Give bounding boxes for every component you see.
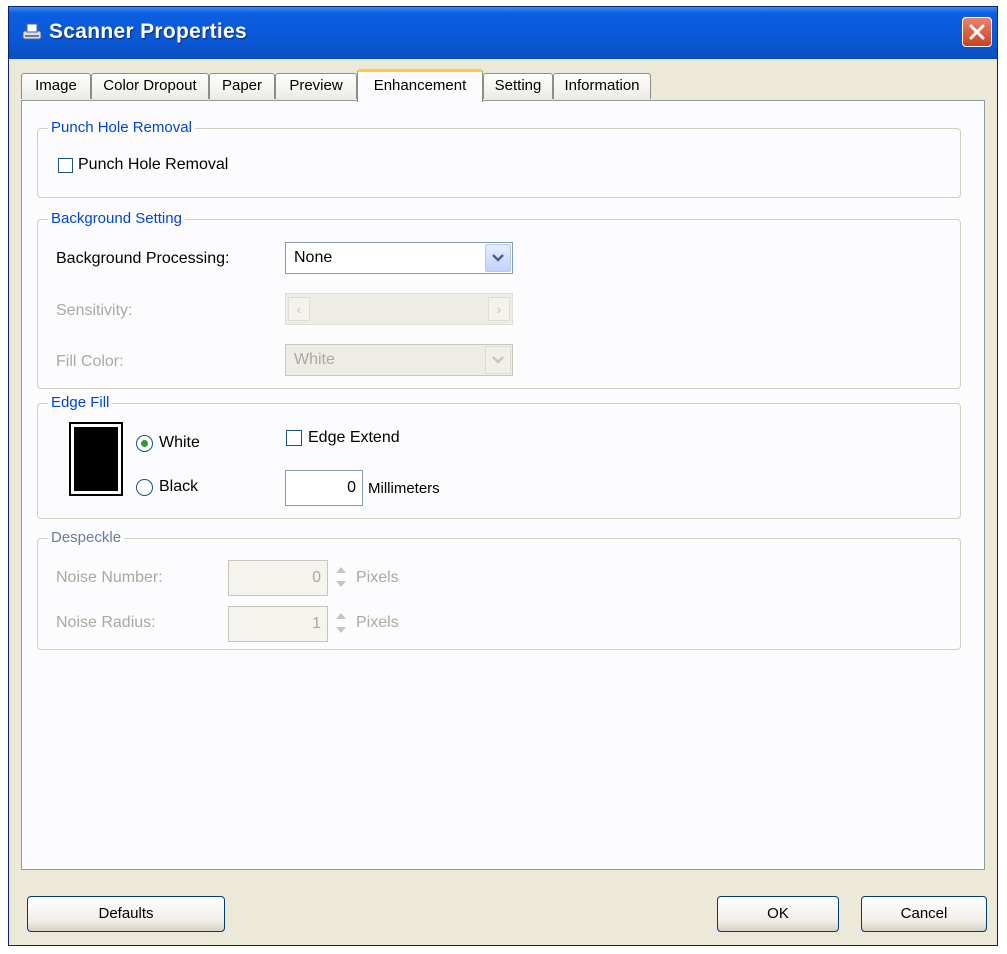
edge-extend-checkbox[interactable]	[286, 430, 302, 446]
noise-number-label: Noise Number:	[56, 569, 163, 586]
edge-fill-black-label[interactable]: Black	[159, 478, 198, 496]
edge-fill-white-radio[interactable]	[136, 435, 153, 452]
noise-number-spinner[interactable]	[334, 561, 350, 595]
edge-fill-group: Edge Fill White Black Edge Extend 0 Mill…	[37, 393, 961, 519]
sensitivity-slider[interactable]: ‹ ›	[285, 293, 513, 325]
tab-preview[interactable]: Preview	[275, 73, 357, 99]
scanner-icon	[22, 23, 42, 40]
background-processing-value: None	[294, 249, 333, 266]
despeckle-legend: Despeckle	[48, 528, 125, 548]
millimeters-label: Millimeters	[368, 480, 440, 497]
despeckle-group: Despeckle Noise Number: 0 Pixels Noise R…	[37, 528, 961, 650]
edge-fill-legend: Edge Fill	[48, 393, 113, 413]
chevron-down-icon[interactable]	[485, 346, 511, 374]
background-processing-select[interactable]: None	[285, 242, 513, 274]
fill-color-label: Fill Color:	[56, 353, 124, 370]
chevron-down-icon[interactable]	[485, 244, 511, 272]
noise-radius-pixels-label: Pixels	[356, 614, 399, 631]
scanner-properties-window: Scanner Properties Image Color Dropout P…	[8, 6, 998, 946]
noise-radius-label: Noise Radius:	[56, 614, 156, 631]
chevron-left-icon[interactable]: ‹	[288, 297, 310, 321]
defaults-button[interactable]: Defaults	[27, 896, 225, 932]
millimeters-input[interactable]: 0	[285, 470, 363, 506]
noise-radius-spinner[interactable]	[334, 607, 350, 641]
close-button[interactable]	[962, 17, 992, 47]
tab-image[interactable]: Image	[21, 73, 91, 99]
punch-hole-checkbox-label[interactable]: Punch Hole Removal	[78, 156, 228, 174]
edge-fill-white-label[interactable]: White	[159, 434, 200, 452]
cancel-button[interactable]: Cancel	[861, 896, 987, 932]
noise-radius-input[interactable]: 1	[228, 606, 328, 642]
fill-color-select[interactable]: White	[285, 344, 513, 376]
chevron-right-icon[interactable]: ›	[488, 297, 510, 321]
tab-color-dropout[interactable]: Color Dropout	[91, 73, 209, 99]
edge-fill-black-radio[interactable]	[136, 479, 153, 496]
noise-number-input[interactable]: 0	[228, 560, 328, 596]
background-setting-legend: Background Setting	[48, 209, 185, 229]
tab-enhancement[interactable]: Enhancement	[357, 69, 483, 102]
tab-paper[interactable]: Paper	[209, 73, 275, 99]
background-setting-group: Background Setting Background Processing…	[37, 209, 961, 389]
punch-hole-group: Punch Hole Removal Punch Hole Removal	[37, 118, 961, 198]
punch-hole-legend: Punch Hole Removal	[48, 118, 195, 138]
tab-setting[interactable]: Setting	[483, 73, 553, 99]
edge-fill-preview	[69, 422, 123, 496]
sensitivity-label: Sensitivity:	[56, 302, 133, 319]
ok-button[interactable]: OK	[717, 896, 839, 932]
enhancement-panel: Punch Hole Removal Punch Hole Removal Ba…	[21, 100, 985, 870]
window-title: Scanner Properties	[49, 20, 247, 43]
noise-number-pixels-label: Pixels	[356, 569, 399, 586]
title-bar[interactable]: Scanner Properties	[9, 7, 997, 59]
punch-hole-checkbox[interactable]	[58, 158, 73, 173]
tab-information[interactable]: Information	[553, 73, 651, 99]
background-processing-label: Background Processing:	[56, 250, 230, 267]
edge-extend-label[interactable]: Edge Extend	[308, 429, 400, 447]
fill-color-value: White	[294, 351, 335, 368]
close-icon	[969, 24, 985, 40]
